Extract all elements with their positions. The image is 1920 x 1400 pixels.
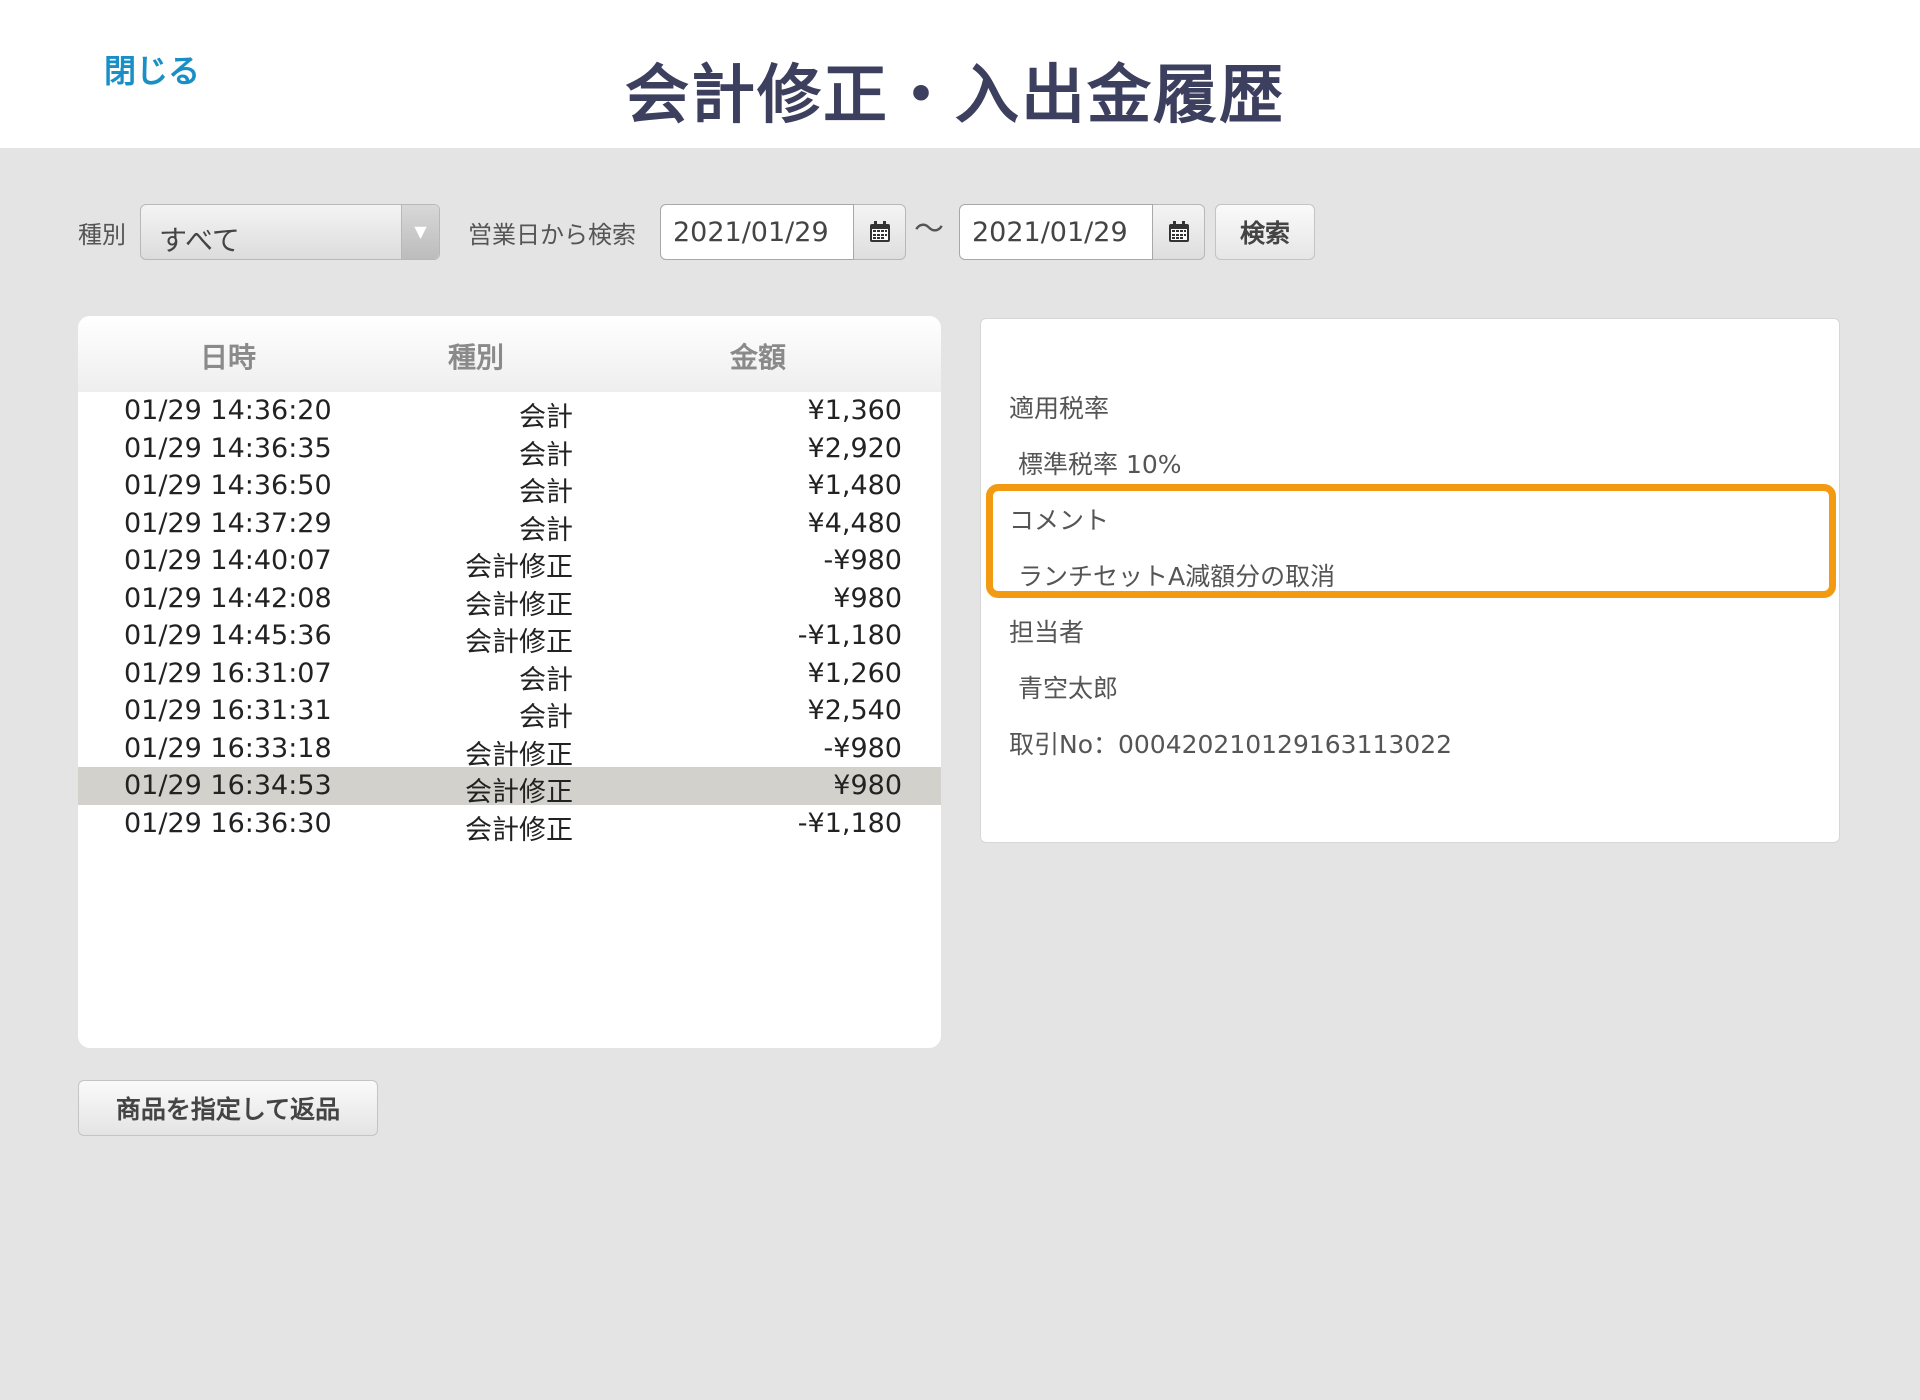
row-amount: ¥2,920 — [807, 432, 902, 464]
comment-value: ランチセットA減額分の取消 — [1018, 562, 1336, 591]
row-datetime: 01/29 16:31:07 — [124, 657, 332, 689]
detail-panel: 適用税率 標準税率 10% コメント ランチセットA減額分の取消 担当者 青空太… — [980, 318, 1840, 843]
table-row[interactable]: 01/29 14:40:07 会計修正 -¥980 — [78, 542, 941, 583]
table-row[interactable]: 01/29 14:42:08 会計修正 ¥980 — [78, 580, 941, 621]
table-row[interactable]: 01/29 14:36:50 会計 ¥1,480 — [78, 467, 941, 508]
type-select-value: すべて — [159, 224, 240, 257]
staff-label: 担当者 — [1009, 618, 1085, 647]
type-select[interactable]: すべて ▼ — [140, 204, 440, 260]
business-day-label: 営業日から検索 — [468, 221, 636, 249]
row-amount: ¥980 — [833, 770, 902, 801]
row-datetime: 01/29 14:37:29 — [124, 507, 332, 539]
row-type: 会計 — [519, 477, 573, 508]
row-type: 会計修正 — [465, 589, 573, 621]
row-datetime: 01/29 14:36:35 — [124, 432, 332, 464]
table-row[interactable]: 01/29 14:45:36 会計修正 -¥1,180 — [78, 617, 941, 658]
type-filter-label: 種別 — [78, 221, 126, 249]
row-datetime: 01/29 16:36:30 — [124, 807, 332, 839]
header-bar: 閉じる 会計修正・入出金履歴 — [0, 0, 1920, 148]
row-type: 会計修正 — [465, 552, 573, 583]
row-datetime: 01/29 14:45:36 — [124, 620, 332, 651]
table-row[interactable]: 01/29 16:31:31 会計 ¥2,540 — [78, 692, 941, 733]
row-datetime: 01/29 14:36:50 — [124, 470, 332, 501]
search-button[interactable]: 検索 — [1215, 204, 1315, 260]
row-amount: ¥1,260 — [807, 657, 902, 689]
row-type: 会計 — [519, 402, 573, 433]
row-datetime: 01/29 16:31:31 — [124, 695, 332, 726]
date-to-input[interactable] — [959, 204, 1153, 260]
row-datetime: 01/29 16:33:18 — [124, 732, 332, 764]
staff-value: 青空太郎 — [1018, 674, 1119, 703]
row-datetime: 01/29 16:34:53 — [124, 770, 332, 801]
row-amount: -¥1,180 — [797, 807, 902, 839]
table-row[interactable]: 01/29 14:37:29 会計 ¥4,480 — [78, 505, 941, 546]
date-from-calendar-button[interactable] — [854, 204, 906, 260]
row-type: 会計 — [519, 664, 573, 696]
date-from-input[interactable] — [660, 204, 854, 260]
row-amount: -¥980 — [823, 732, 902, 764]
row-type: 会計修正 — [465, 814, 573, 846]
row-amount: ¥4,480 — [807, 507, 902, 539]
calendar-icon — [1168, 221, 1189, 242]
table-row[interactable]: 01/29 16:34:53 会計修正 ¥980 — [78, 767, 941, 808]
row-type: 会計修正 — [465, 739, 573, 771]
table-row[interactable]: 01/29 16:33:18 会計修正 -¥980 — [78, 730, 941, 771]
column-header-type[interactable]: 種別 — [448, 336, 504, 376]
row-datetime: 01/29 14:42:08 — [124, 582, 332, 614]
table-row[interactable]: 01/29 16:36:30 会計修正 -¥1,180 — [78, 805, 941, 846]
row-amount: ¥2,540 — [807, 695, 902, 726]
row-type: 会計 — [519, 702, 573, 733]
tax-rate-value: 標準税率 10% — [1018, 450, 1182, 479]
row-type: 会計修正 — [465, 777, 573, 808]
range-separator: 〜 — [914, 212, 944, 247]
history-table: 日時 種別 金額 01/29 14:36:20 会計 ¥1,360 01/29 14:… — [78, 316, 941, 1048]
table-row[interactable]: 01/29 14:36:20 会計 ¥1,360 — [78, 392, 941, 433]
page-title: 会計修正・入出金履歴 — [625, 59, 1285, 133]
row-type: 会計 — [519, 439, 573, 471]
row-datetime: 01/29 14:36:20 — [124, 395, 332, 426]
row-amount: -¥980 — [823, 545, 902, 576]
table-row[interactable]: 01/29 14:36:35 会計 ¥2,920 — [78, 430, 941, 471]
table-header: 日時 種別 金額 — [78, 316, 941, 392]
row-amount: -¥1,180 — [797, 620, 902, 651]
tax-rate-label: 適用税率 — [1009, 394, 1110, 423]
calendar-icon — [869, 221, 890, 242]
table-row[interactable]: 01/29 16:31:07 会計 ¥1,260 — [78, 655, 941, 696]
comment-label: コメント — [1009, 506, 1110, 535]
date-to-calendar-button[interactable] — [1153, 204, 1205, 260]
row-amount: ¥1,360 — [807, 395, 902, 426]
chevron-down-icon: ▼ — [401, 205, 439, 259]
return-by-item-button[interactable]: 商品を指定して返品 — [78, 1080, 378, 1136]
column-header-datetime[interactable]: 日時 — [200, 336, 256, 376]
row-amount: ¥980 — [833, 582, 902, 614]
row-type: 会計修正 — [465, 627, 573, 658]
row-amount: ¥1,480 — [807, 470, 902, 501]
row-type: 会計 — [519, 514, 573, 546]
transaction-number: 取引No：00042021012916311302​2 — [1009, 730, 1453, 759]
column-header-amount[interactable]: 金額 — [730, 336, 786, 376]
row-datetime: 01/29 14:40:07 — [124, 545, 332, 576]
